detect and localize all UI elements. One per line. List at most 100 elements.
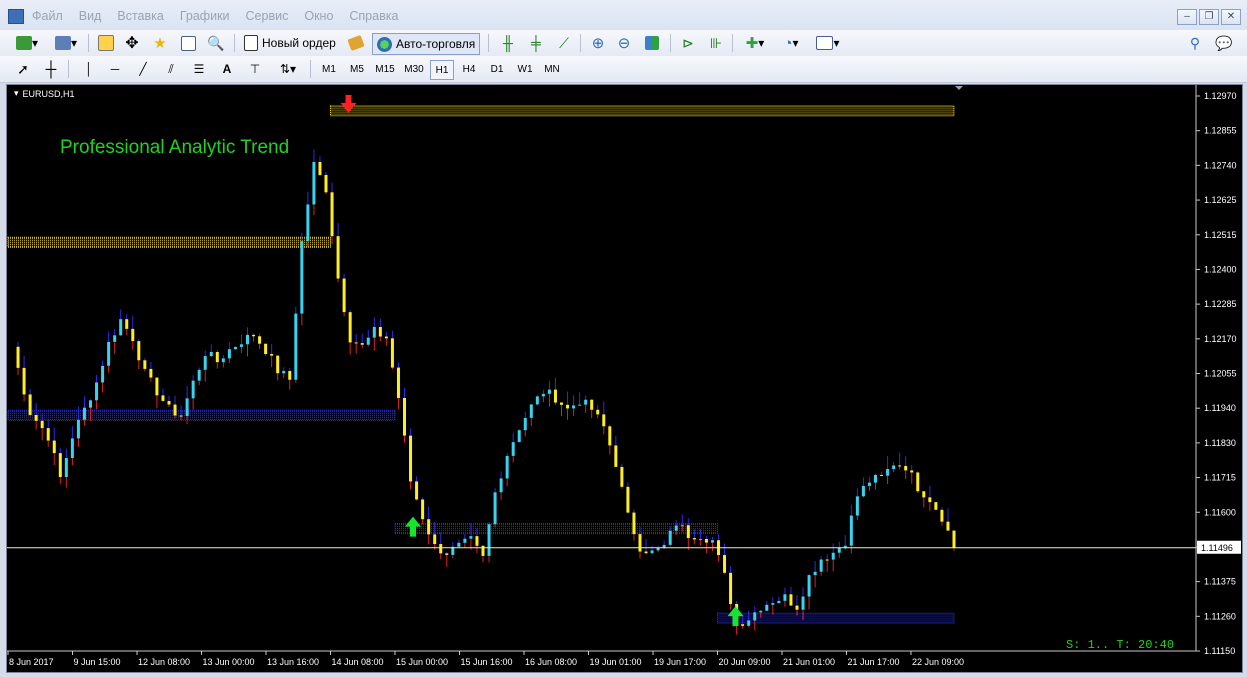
- minimize-button[interactable]: –: [1177, 9, 1197, 25]
- toolbar-separator: [670, 34, 671, 52]
- timeframe-m1[interactable]: M1: [318, 60, 340, 78]
- line-chart-icon: ⟋: [559, 34, 569, 51]
- chart-menu-icon[interactable]: ▾: [14, 88, 19, 99]
- market-watch-button[interactable]: [96, 33, 116, 53]
- auto-trading-icon: [377, 36, 392, 52]
- templates-icon: [816, 36, 834, 50]
- auto-trading-button[interactable]: Авто-торговля: [372, 33, 481, 55]
- vertical-line-button[interactable]: │: [80, 59, 98, 79]
- indicator-title: Professional Analytic Trend: [60, 137, 290, 158]
- terminal-button[interactable]: [178, 33, 198, 53]
- clock-icon: ◔: [783, 34, 793, 52]
- chart-shift-icon: ⊪: [709, 34, 723, 51]
- zoom-out-button[interactable]: ⊖: [614, 33, 634, 53]
- menu-help[interactable]: Справка: [349, 9, 408, 23]
- zoom-in-icon: ⊕: [591, 35, 605, 52]
- timeframe-m15[interactable]: M15: [373, 60, 397, 78]
- chart-window[interactable]: [6, 84, 1243, 673]
- symbol-text: EURUSD,H1: [22, 88, 75, 99]
- toolbar-separator: [310, 60, 311, 78]
- profiles-button[interactable]: ▾: [50, 33, 82, 53]
- toolbar-separator: [234, 34, 235, 52]
- auto-trading-label: Авто-торговля: [396, 37, 476, 51]
- timeframe-w1[interactable]: W1: [514, 60, 536, 78]
- channel-icon: ⫽: [168, 61, 174, 76]
- trendline-button[interactable]: ╱: [134, 59, 152, 79]
- autoscroll-button[interactable]: ⊳: [678, 33, 698, 53]
- drawing-toolbar: ➚ ┼ │ ─ ╱ ⫽ ☰ A ⊤ ⇅ ▾ M1 M5 M15 M30 H1 H4…: [0, 56, 1247, 83]
- toolbar-separator: [732, 34, 733, 52]
- search-button[interactable]: ⚲: [1185, 33, 1205, 53]
- crosshair-icon: ┼: [45, 60, 57, 78]
- toolbar-separator: [88, 34, 89, 52]
- data-window-button[interactable]: ✥: [122, 33, 142, 53]
- cursor-icon: ➚: [17, 60, 29, 77]
- status-readout: S: 1.. T: 20:40: [1066, 638, 1175, 652]
- main-menu: Файл Вид Вставка Графики Сервис Окно Спр…: [32, 9, 414, 23]
- vertical-line-icon: │: [85, 62, 93, 76]
- crosshair-icon: ✥: [125, 35, 139, 52]
- window-controls: – ❐ ✕: [1177, 9, 1241, 25]
- magnifier-icon: 🔍: [207, 34, 225, 51]
- timeframe-h1[interactable]: H1: [430, 60, 454, 80]
- new-order-button[interactable]: Новый ордер: [240, 33, 340, 53]
- arrows-icon: ⇅: [279, 62, 291, 76]
- tile-windows-icon: [645, 36, 659, 50]
- menu-tools[interactable]: Сервис: [246, 9, 299, 23]
- search-icon: ⚲: [1189, 34, 1201, 51]
- profiles-icon: [54, 36, 71, 50]
- fibonacci-button[interactable]: ☰: [190, 59, 208, 79]
- candlestick-icon: ╪: [531, 35, 541, 51]
- line-chart-button[interactable]: ⟋: [554, 33, 574, 53]
- timeframe-d1[interactable]: D1: [486, 60, 508, 78]
- menu-window[interactable]: Окно: [304, 9, 343, 23]
- cursor-button[interactable]: ➚: [14, 59, 32, 79]
- menu-insert[interactable]: Вставка: [117, 9, 173, 23]
- star-icon: ★: [153, 35, 167, 52]
- horizontal-line-icon: ─: [110, 62, 120, 76]
- timeframe-m5[interactable]: M5: [346, 60, 368, 78]
- timeframe-h4[interactable]: H4: [458, 60, 480, 78]
- text-button[interactable]: A: [218, 59, 236, 79]
- equidistant-channel-button[interactable]: ⫽: [162, 59, 180, 79]
- new-chart-button[interactable]: ▾: [10, 33, 44, 53]
- menu-charts[interactable]: Графики: [180, 9, 240, 23]
- toolbar-separator: [68, 60, 69, 78]
- text-icon: A: [222, 62, 232, 76]
- market-watch-icon: [98, 35, 114, 51]
- indicators-button[interactable]: ✚ ▾: [740, 33, 770, 53]
- candlestick-button[interactable]: ╪: [526, 33, 546, 53]
- timeframe-m30[interactable]: M30: [402, 60, 426, 78]
- autoscroll-icon: ⊳: [682, 34, 694, 51]
- indicators-icon: ✚: [745, 35, 759, 52]
- arrows-button[interactable]: ⇅ ▾: [274, 59, 302, 79]
- new-chart-icon: [15, 36, 32, 50]
- restore-button[interactable]: ❐: [1199, 9, 1219, 25]
- chat-button[interactable]: 💬: [1212, 33, 1236, 53]
- standard-toolbar: ▾ ▾ ✥ ★ 🔍 Новый ордер Авто-торговля ╫ ╪ …: [0, 30, 1247, 57]
- templates-button[interactable]: ▾: [812, 33, 844, 53]
- editor-icon: [347, 34, 365, 52]
- text-label-button[interactable]: ⊤: [246, 59, 264, 79]
- chart-shift-button[interactable]: ⊪: [706, 33, 726, 53]
- navigator-button[interactable]: ★: [150, 33, 170, 53]
- periods-button[interactable]: ◔ ▾: [776, 33, 806, 53]
- bar-chart-button[interactable]: ╫: [498, 33, 518, 53]
- menu-file[interactable]: Файл: [32, 9, 73, 23]
- app-icon: [8, 9, 24, 24]
- new-order-label: Новый ордер: [262, 36, 336, 50]
- toolbar-separator: [580, 34, 581, 52]
- chat-icon: 💬: [1215, 34, 1233, 51]
- zoom-in-button[interactable]: ⊕: [588, 33, 608, 53]
- new-order-icon: [244, 35, 258, 51]
- close-button[interactable]: ✕: [1221, 9, 1241, 25]
- crosshair-button[interactable]: ┼: [42, 59, 60, 79]
- terminal-icon: [180, 35, 196, 51]
- tile-windows-button[interactable]: [642, 33, 662, 53]
- strategy-tester-button[interactable]: 🔍: [206, 33, 226, 53]
- metaeditor-button[interactable]: [346, 33, 366, 53]
- menu-view[interactable]: Вид: [79, 9, 112, 23]
- horizontal-line-button[interactable]: ─: [106, 59, 124, 79]
- timeframe-mn[interactable]: MN: [541, 60, 563, 78]
- menu-bar: Файл Вид Вставка Графики Сервис Окно Спр…: [0, 0, 1247, 31]
